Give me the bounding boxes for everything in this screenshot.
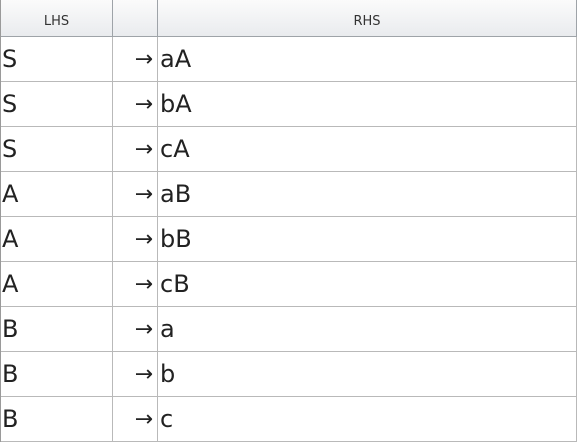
lhs-cell[interactable]: B <box>1 397 113 441</box>
table-row[interactable]: A → aB <box>1 172 577 217</box>
arrow-cell[interactable]: → <box>113 127 158 171</box>
arrow-cell[interactable]: → <box>113 82 158 126</box>
table-row[interactable]: B → b <box>1 352 577 397</box>
table-row[interactable]: A → bB <box>1 217 577 262</box>
lhs-cell[interactable]: S <box>1 82 113 126</box>
arrow-column-header[interactable] <box>113 0 158 36</box>
grammar-table: LHS RHS S → aA S → bA S → cA A → aB A → … <box>0 0 577 442</box>
rhs-cell[interactable]: aA <box>158 37 577 81</box>
rhs-cell[interactable]: c <box>158 397 577 441</box>
table-row[interactable]: S → cA <box>1 127 577 172</box>
lhs-cell[interactable]: S <box>1 127 113 171</box>
rhs-cell[interactable]: b <box>158 352 577 396</box>
lhs-cell[interactable]: A <box>1 217 113 261</box>
arrow-cell[interactable]: → <box>113 262 158 306</box>
rhs-cell[interactable]: cA <box>158 127 577 171</box>
table-row[interactable]: S → aA <box>1 37 577 82</box>
arrow-cell[interactable]: → <box>113 172 158 216</box>
table-body: S → aA S → bA S → cA A → aB A → bB A → c… <box>1 37 577 442</box>
arrow-cell[interactable]: → <box>113 352 158 396</box>
arrow-cell[interactable]: → <box>113 397 158 441</box>
lhs-cell[interactable]: B <box>1 307 113 351</box>
lhs-cell[interactable]: A <box>1 172 113 216</box>
rhs-cell[interactable]: bB <box>158 217 577 261</box>
rhs-cell[interactable]: a <box>158 307 577 351</box>
arrow-cell[interactable]: → <box>113 217 158 261</box>
rhs-column-header[interactable]: RHS <box>158 0 577 36</box>
table-header: LHS RHS <box>1 0 577 37</box>
table-row[interactable]: B → c <box>1 397 577 442</box>
arrow-cell[interactable]: → <box>113 37 158 81</box>
lhs-cell[interactable]: S <box>1 37 113 81</box>
lhs-cell[interactable]: A <box>1 262 113 306</box>
table-row[interactable]: S → bA <box>1 82 577 127</box>
rhs-cell[interactable]: aB <box>158 172 577 216</box>
rhs-cell[interactable]: cB <box>158 262 577 306</box>
lhs-cell[interactable]: B <box>1 352 113 396</box>
lhs-column-header[interactable]: LHS <box>1 0 113 36</box>
table-row[interactable]: B → a <box>1 307 577 352</box>
rhs-cell[interactable]: bA <box>158 82 577 126</box>
table-row[interactable]: A → cB <box>1 262 577 307</box>
arrow-cell[interactable]: → <box>113 307 158 351</box>
